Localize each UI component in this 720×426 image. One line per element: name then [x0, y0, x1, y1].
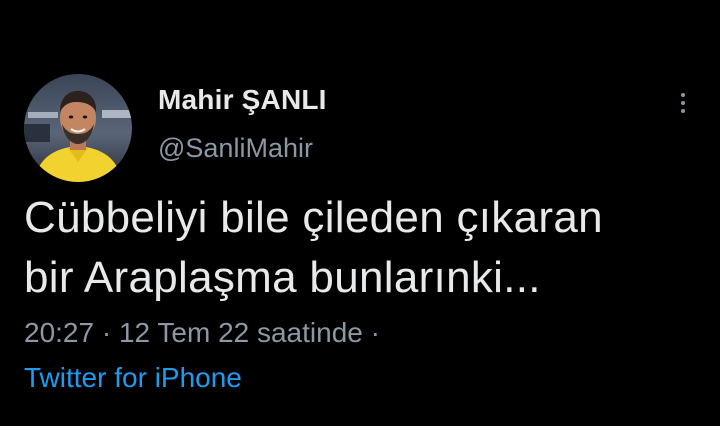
meta-separator: ·	[94, 317, 119, 348]
tweet-text-line-2: bir Araplaşma bunlarınki...	[24, 253, 541, 302]
more-vertical-icon-dot-1	[681, 93, 685, 97]
tweet-card: Mahir ŞANLI @SanliMahir Cübbeliyi bile ç…	[0, 0, 720, 426]
more-vertical-icon-dot-3	[681, 109, 685, 113]
tweet-time[interactable]: 20:27	[24, 317, 94, 348]
avatar[interactable]	[24, 74, 132, 182]
meta-trailing-separator: ·	[362, 317, 380, 348]
tweet-metadata: 20:27 · 12 Tem 22 saatinde ·	[24, 317, 380, 349]
more-vertical-icon-dot-2	[681, 101, 685, 105]
author-display-name[interactable]: Mahir ŞANLI	[158, 84, 327, 116]
tweet-text-line-1: Cübbeliyi bile çileden çıkaran	[24, 193, 603, 242]
more-options-button[interactable]	[668, 86, 698, 120]
author-handle[interactable]: @SanliMahir	[158, 133, 313, 164]
tweet-source-link[interactable]: Twitter for iPhone	[24, 362, 242, 394]
user-photo-avatar-icon	[24, 74, 132, 182]
tweet-date[interactable]: 12 Tem 22 saatinde	[119, 317, 363, 348]
tweet-text: Cübbeliyi bile çileden çıkaran bir Arapl…	[24, 188, 704, 308]
